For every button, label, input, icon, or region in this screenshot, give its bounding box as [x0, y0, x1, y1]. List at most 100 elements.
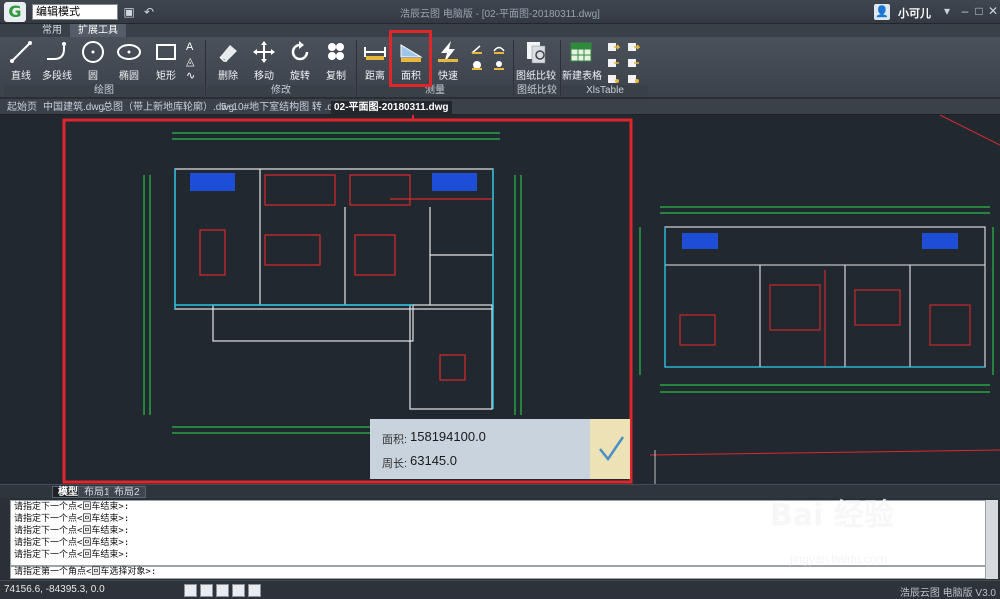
radius-icon[interactable]: [470, 59, 484, 71]
distance-label: 距离: [365, 71, 385, 82]
grid-icon[interactable]: [216, 584, 229, 597]
text-icon[interactable]: A: [186, 41, 200, 53]
watermark-url: jingyan.baidu.com: [790, 552, 887, 566]
polar-icon[interactable]: [232, 584, 245, 597]
maximize-icon[interactable]: □: [972, 3, 986, 19]
menu-icon[interactable]: ▾: [940, 3, 954, 19]
distance-icon: [364, 47, 386, 60]
copy-label: 复制: [326, 71, 346, 82]
table-edit-icon[interactable]: [606, 57, 620, 69]
tab-common[interactable]: 常用: [34, 24, 70, 37]
circle-label: 圆: [88, 71, 98, 82]
tab-extended-tools[interactable]: 扩展工具: [70, 24, 126, 37]
table-update-icon[interactable]: [626, 73, 640, 85]
minimize-icon[interactable]: –: [958, 3, 972, 19]
polyline-label: 多段线: [42, 71, 72, 82]
status-bar: 74156.6, -84395.3, 0.0 浩辰云图 电脑版 V3.0: [0, 580, 1000, 599]
separator: [205, 40, 206, 96]
doc-tab-master-plan[interactable]: 总图（带上新地库轮廓）.dwg: [100, 101, 237, 115]
rect-button[interactable]: 矩形: [152, 39, 180, 82]
coordinate-readout: 74156.6, -84395.3, 0.0: [4, 584, 105, 595]
hatch-icon[interactable]: ◬: [186, 55, 200, 68]
circle-icon: [82, 41, 104, 63]
doc-tab-plan[interactable]: 02-平面图-20180311.dwg: [331, 101, 452, 115]
separator: [356, 40, 357, 96]
circle-button[interactable]: 圆: [80, 39, 106, 82]
line-button[interactable]: 直线: [6, 39, 36, 82]
doc-tab-start[interactable]: 起始页: [4, 101, 40, 115]
compare-label: 图纸比较: [516, 71, 556, 82]
table-link-icon[interactable]: [626, 57, 640, 69]
copy-button[interactable]: 复制: [322, 39, 350, 82]
snap-icon[interactable]: [184, 584, 197, 597]
perimeter-result-label: 周长:: [382, 458, 408, 470]
erase-button[interactable]: 删除: [214, 39, 242, 82]
spline-icon[interactable]: ∿: [186, 69, 200, 82]
ellipse-button[interactable]: 椭圆: [114, 39, 144, 82]
arc-length-icon[interactable]: [492, 43, 506, 55]
area-result-label: 面积:: [382, 434, 408, 446]
polyline-button[interactable]: 多段线: [40, 39, 74, 82]
watermark-logo: Bai 经验: [770, 498, 894, 533]
command-scrollbar[interactable]: [986, 500, 998, 579]
move-icon: [253, 41, 275, 63]
quick-label: 快速: [438, 71, 458, 82]
rotate-icon: [291, 41, 309, 61]
rect-label: 矩形: [156, 71, 176, 82]
angle-icon[interactable]: [470, 43, 484, 55]
polyline-icon: [47, 42, 66, 60]
erase-label: 删除: [218, 71, 238, 82]
area-result-value: 158194100.0: [410, 429, 486, 444]
group-compare-label: 图纸比较: [515, 85, 559, 97]
rotate-label: 旋转: [290, 71, 310, 82]
ortho-icon[interactable]: [200, 584, 213, 597]
perimeter-result-value: 63145.0: [410, 453, 457, 468]
document-tabs: 起始页 中国建筑.dwg 总图（带上新地库轮廓）.dwg 5~10#地下室结构图…: [0, 99, 1000, 115]
table-icon: [570, 42, 592, 62]
layout-tab-2[interactable]: 布局2: [108, 486, 146, 498]
copy-icon: [328, 43, 344, 60]
command-input[interactable]: 请指定第一个角点<回车选择对象>:: [10, 566, 986, 579]
separator: [513, 40, 514, 96]
separator: [560, 40, 561, 96]
user-name[interactable]: 小可儿: [898, 5, 931, 21]
command-history-line: 请指定下一个点<回车结束>:: [14, 538, 130, 548]
group-draw-label: 绘图: [4, 85, 204, 97]
line-label: 直线: [11, 71, 31, 82]
lightning-icon: [438, 41, 458, 63]
confirm-button[interactable]: [590, 419, 630, 479]
area-button-highlight: [389, 30, 432, 87]
close-icon[interactable]: ✕: [986, 3, 1000, 19]
group-xls-label: XlsTable: [562, 85, 648, 97]
user-avatar-icon[interactable]: 👤: [874, 4, 890, 20]
compare-icon: [527, 42, 546, 64]
group-modify-label: 修改: [207, 85, 355, 97]
group-measure-label: 测量: [358, 85, 512, 97]
distance-button[interactable]: 距离: [361, 39, 389, 82]
doc-tab-china-building[interactable]: 中国建筑.dwg: [40, 101, 107, 115]
ellipse-label: 椭圆: [119, 71, 139, 82]
doc-tab-basement[interactable]: 5~10#地下室结构图 转 .dwg: [218, 101, 349, 115]
check-icon: [599, 436, 625, 462]
ribbon-tab-row: 常用 扩展工具: [0, 24, 1000, 37]
ellipse-icon: [117, 44, 141, 60]
table-insert-icon[interactable]: [606, 41, 620, 53]
rotate-button[interactable]: 旋转: [286, 39, 314, 82]
window-title: 浩辰云图 电脑版 - [02-平面图-20180311.dwg]: [400, 9, 600, 20]
drawing-canvas[interactable]: 面积: 158194100.0 周长: 63145.0: [0, 115, 1000, 484]
new-table-label: 新建表格: [562, 71, 602, 82]
line-icon: [10, 41, 32, 63]
eraser-icon: [219, 45, 237, 62]
table-import-icon[interactable]: [626, 41, 640, 53]
new-table-button[interactable]: 新建表格: [562, 39, 602, 82]
title-bar: G 编辑模式 ▣ ↶ 浩辰云图 电脑版 - [02-平面图-20180311.d…: [0, 0, 1000, 24]
osnap-icon[interactable]: [248, 584, 261, 597]
move-button[interactable]: 移动: [250, 39, 278, 82]
ribbon: 直线 多段线 圆 椭圆 矩形 A ◬ ∿ 删除 移动 旋转 复制 距离 面积 快…: [0, 37, 1000, 98]
compare-button[interactable]: 图纸比较: [516, 39, 556, 82]
point-coord-icon[interactable]: [492, 59, 506, 71]
rectangle-icon: [156, 44, 176, 60]
table-export-icon[interactable]: [606, 73, 620, 85]
quick-measure-button[interactable]: 快速: [434, 39, 462, 82]
app-brand: 浩辰云图 电脑版 V3.0: [899, 588, 996, 599]
